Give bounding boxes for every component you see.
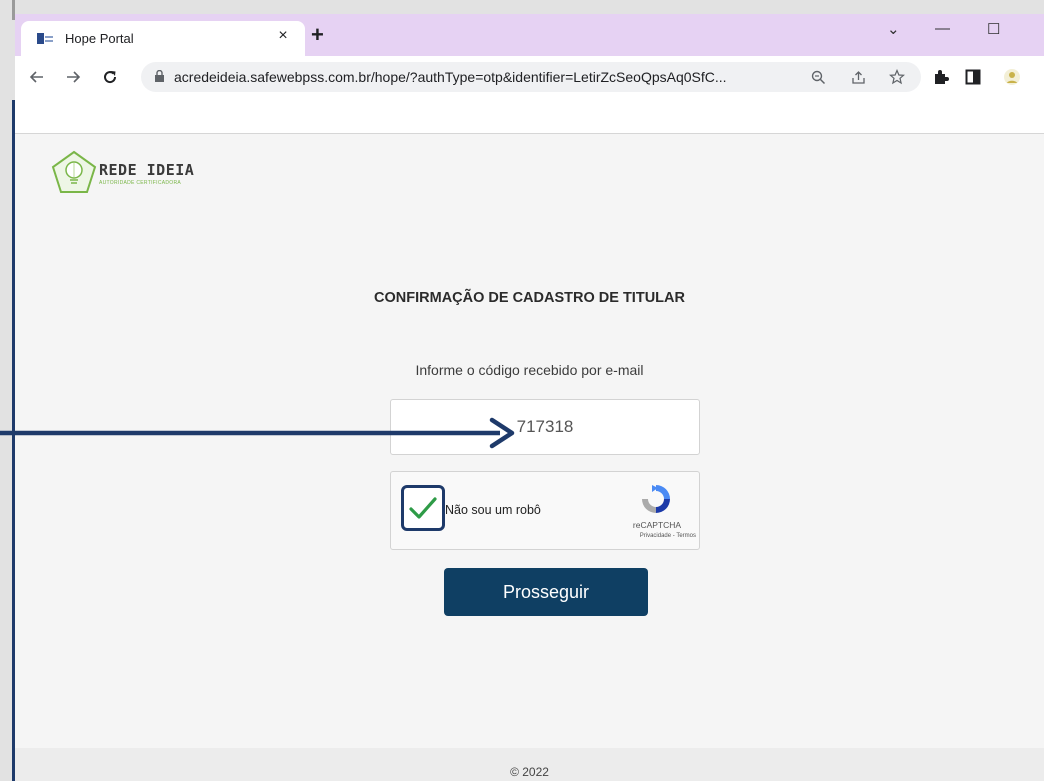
new-tab-icon[interactable]: + xyxy=(311,24,324,46)
page-title: CONFIRMAÇÃO DE CADASTRO DE TITULAR xyxy=(374,290,685,306)
address-bar[interactable]: acredeideia.safewebpss.com.br/hope/?auth… xyxy=(141,62,921,92)
tab-strip: Hope Portal × + ⌄ — ☐ xyxy=(15,14,1044,56)
tab-close-icon[interactable]: × xyxy=(274,27,292,45)
tab-title: Hope Portal xyxy=(65,31,134,46)
sidepanel-icon[interactable] xyxy=(965,69,981,85)
page-top-bar xyxy=(15,98,1044,134)
extensions-icon[interactable] xyxy=(933,69,949,85)
browser-window: Hope Portal × + ⌄ — ☐ acredeideia.safewe… xyxy=(15,14,1044,781)
reload-icon[interactable] xyxy=(101,68,119,86)
rede-ideia-logo[interactable]: REDE IDEIA AUTORIDADE CERTIFICADORA xyxy=(51,150,211,196)
tab-hope-portal[interactable]: Hope Portal × xyxy=(21,21,305,56)
lock-icon[interactable] xyxy=(155,70,164,82)
logo-pentagon-icon xyxy=(51,150,97,193)
share-icon[interactable] xyxy=(851,70,866,85)
page-footer: © 2022 xyxy=(15,748,1044,781)
logo-name: REDE IDEIA xyxy=(99,161,195,179)
recaptcha-privacy-links[interactable]: Privacidade - Termos xyxy=(606,533,696,539)
code-hint: Informe o código recebido por e-mail xyxy=(415,362,644,378)
recaptcha-checkbox[interactable] xyxy=(401,485,445,531)
minimize-icon[interactable]: — xyxy=(935,20,950,37)
recaptcha-label: Não sou um robô xyxy=(445,503,541,517)
zoom-icon[interactable] xyxy=(811,70,826,85)
page-content: REDE IDEIA AUTORIDADE CERTIFICADORA CONF… xyxy=(15,134,1044,781)
tab-search-chevron-icon[interactable]: ⌄ xyxy=(887,20,900,38)
checkmark-icon xyxy=(409,497,437,519)
forward-icon[interactable] xyxy=(65,69,81,85)
favicon-icon xyxy=(37,33,53,44)
maximize-icon[interactable]: ☐ xyxy=(987,20,1000,38)
recaptcha-widget: Não sou um robô reCAPTCHA Privacidade - … xyxy=(390,471,700,550)
star-icon[interactable] xyxy=(889,69,905,85)
back-icon[interactable] xyxy=(29,69,45,85)
verification-code-input[interactable]: 717318 xyxy=(390,399,700,455)
url-text[interactable]: acredeideia.safewebpss.com.br/hope/?auth… xyxy=(174,69,727,85)
recaptcha-logo-icon xyxy=(642,485,670,513)
recaptcha-brand: reCAPTCHA xyxy=(632,520,682,530)
logo-tagline: AUTORIDADE CERTIFICADORA xyxy=(99,180,182,186)
browser-toolbar: acredeideia.safewebpss.com.br/hope/?auth… xyxy=(15,56,1044,98)
proceed-button[interactable]: Prosseguir xyxy=(444,568,648,616)
profile-icon[interactable] xyxy=(1003,68,1021,86)
